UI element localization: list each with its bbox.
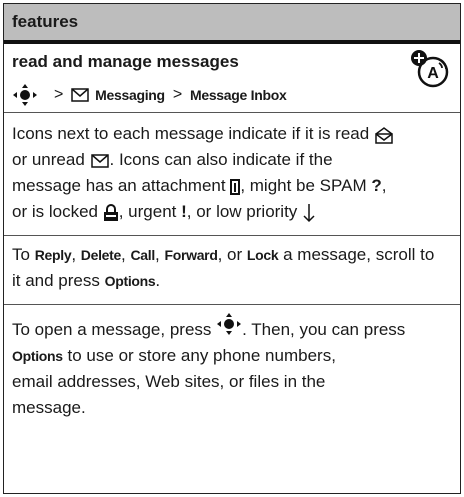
forward-label: Forward (164, 247, 218, 263)
attachment-icon (230, 178, 241, 195)
feature-section: read and manage messages A > Messaging >… (4, 44, 460, 112)
lock-label: Lock (246, 247, 279, 263)
p1-text-2: or unread (12, 150, 85, 169)
path-messaging: Messaging (95, 87, 165, 103)
table-header: features (4, 4, 460, 40)
svg-text:A: A (427, 65, 439, 82)
read-message-icon (375, 126, 393, 144)
path-message-inbox: Message Inbox (189, 87, 287, 103)
p2-text-4: . (155, 271, 161, 290)
nav-key-icon (217, 313, 242, 335)
p1-text-3: . Icons can also indicate if the (109, 150, 333, 169)
p2-text-3: it and press (12, 271, 100, 290)
p1-text-9: , or low priority (186, 202, 298, 221)
p2-comma-1: , (71, 245, 77, 264)
p3-text-3: to use or store any phone numbers, (67, 346, 336, 365)
paragraph-actions: To Reply, Delete, Call, Forward, or Lock… (4, 236, 460, 304)
p3-text-2: . Then, you can press (242, 320, 406, 339)
unread-message-icon (90, 153, 109, 168)
header-title: features (12, 12, 79, 31)
nav-key-icon (13, 84, 37, 106)
path-separator-1: > (54, 86, 64, 103)
call-label: Call (130, 247, 156, 263)
spam-icon: ? (371, 176, 382, 195)
network-feature-icon: A (411, 50, 449, 88)
p3-text-4: email addresses, Web sites, or files in … (12, 372, 326, 391)
low-priority-icon (303, 203, 315, 222)
p3-text-5: message. (12, 398, 86, 417)
p1-text-5: , might be SPAM (240, 176, 367, 195)
p1-text-1: Icons next to each message indicate if i… (12, 124, 370, 143)
p2-text-1: To (12, 245, 30, 264)
delete-label: Delete (80, 247, 122, 263)
p2-comma-3: , (154, 245, 160, 264)
paragraph-icons: Icons next to each message indicate if i… (4, 113, 460, 225)
feature-title: read and manage messages (12, 52, 239, 71)
p1-text-8: , urgent (118, 202, 177, 221)
feature-table: features read and manage messages A > Me… (3, 3, 461, 494)
p2-comma-4: , or (217, 245, 243, 264)
p1-text-4: message has an attachment (12, 176, 226, 195)
p2-comma-2: , (121, 245, 126, 264)
p3-text-1: To open a message, press (12, 320, 212, 339)
envelope-icon (71, 88, 89, 102)
p1-text-7: or is locked (12, 202, 98, 221)
path-separator-2: > (172, 86, 182, 103)
paragraph-open: To open a message, press . Then, you can… (4, 305, 460, 421)
menu-path: > Messaging > Message Inbox (4, 72, 460, 112)
reply-label: Reply (34, 247, 72, 263)
p2-text-2: a message, scroll to (283, 245, 435, 264)
lock-icon (103, 203, 118, 221)
options-label: Options (12, 348, 63, 364)
p1-text-6: , (381, 176, 387, 195)
options-label: Options (104, 273, 156, 289)
